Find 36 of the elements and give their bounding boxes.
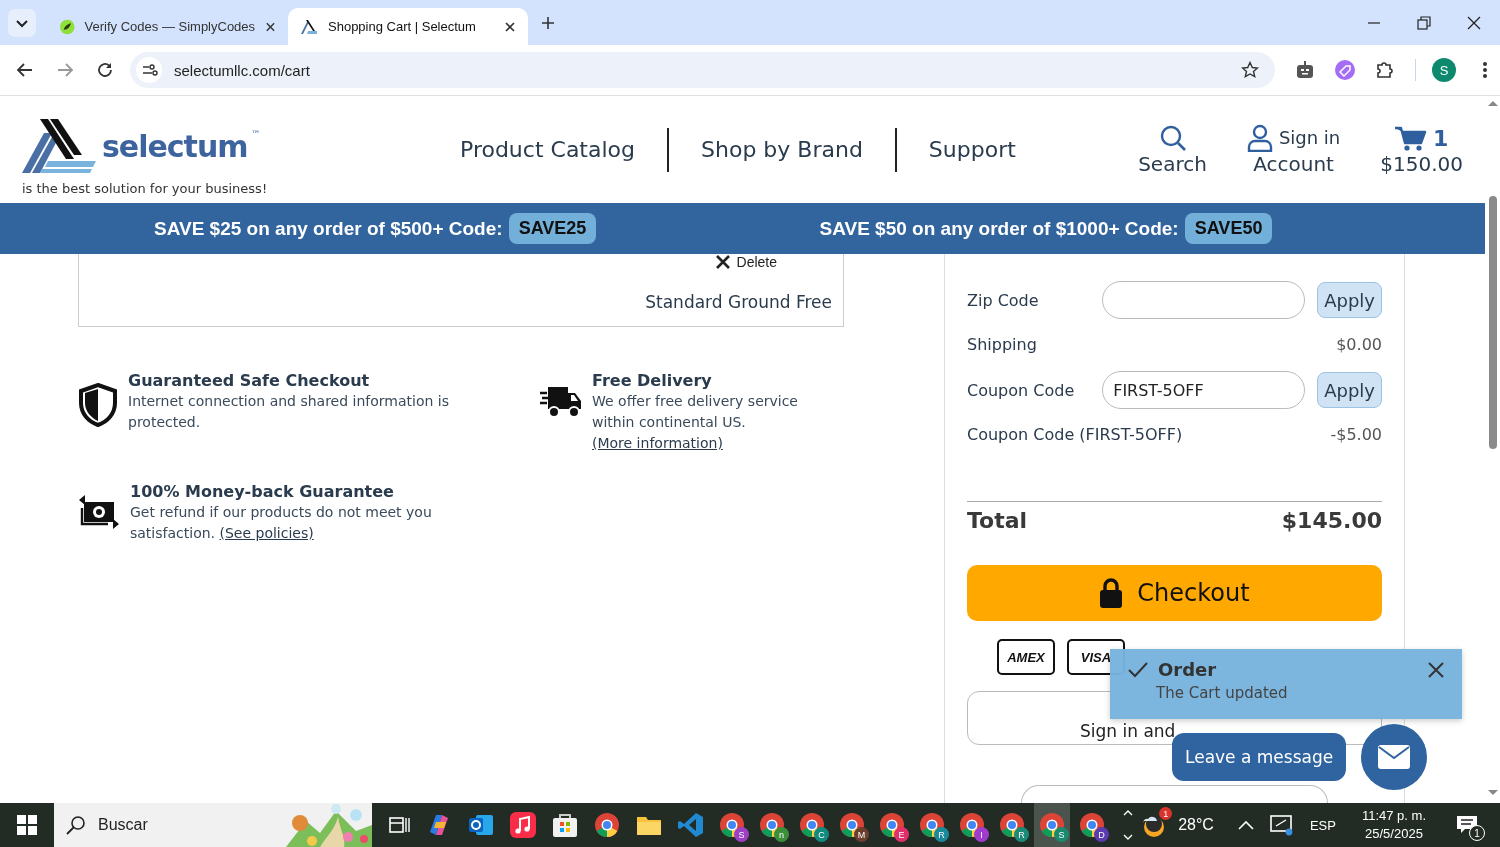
notification-badge: 1: [1159, 807, 1173, 820]
profile-badge: C: [814, 827, 829, 842]
promo-text: SAVE $25 on any order of $500+ Code:: [154, 217, 503, 240]
summary-label: Coupon Code (FIRST-5OFF): [967, 424, 1183, 444]
total-label: Total: [967, 508, 1028, 534]
summary-amount: $0.00: [1336, 334, 1382, 354]
toast-message: The Cart updated: [1156, 684, 1289, 702]
field-label: Zip Code: [967, 290, 1040, 310]
feature-title: Guaranteed Safe Checkout: [128, 371, 371, 390]
field-label: Coupon Code: [967, 380, 1076, 400]
profile-badge: E: [894, 827, 909, 842]
summary-amount: -$5.00: [1330, 424, 1382, 444]
total-amount: $145.00: [1281, 508, 1382, 534]
coupon-code-badge: SAVE50: [1184, 213, 1273, 244]
profile-badge: R: [934, 827, 949, 842]
profile-badge: I: [974, 827, 989, 842]
shipping-method: Standard Ground Free: [645, 292, 832, 312]
profile-badge: R: [1014, 827, 1029, 842]
coupon-code-badge: SAVE25: [508, 213, 597, 244]
feature-title: 100% Money-back Guarantee: [130, 482, 395, 501]
payment-card-logo: AMEX: [997, 639, 1055, 676]
profile-badge: n: [774, 827, 789, 842]
profile-badge: D: [1094, 827, 1109, 842]
feature-description: Internet connection and shared information is protected.: [128, 392, 450, 432]
profile-badge: M: [854, 827, 869, 842]
feature-description: We offer free delivery service within continental US. (More information): [592, 392, 799, 453]
toast-title: Order: [1158, 659, 1217, 680]
promo-text: SAVE $50 on any order of $1000+ Code:: [819, 217, 1179, 240]
feature-title: Free Delivery: [592, 371, 713, 390]
trademark-mark: ™: [251, 129, 261, 139]
feature-description: Get refund if our products do not meet you satisfaction. (See policies): [130, 503, 433, 543]
notification-count: 1: [1469, 825, 1485, 841]
profile-badge: S: [734, 827, 749, 842]
tagline: is the best solution for your business!: [22, 181, 269, 196]
summary-label: Shipping: [967, 334, 1037, 354]
profile-badge: S: [1054, 827, 1069, 842]
